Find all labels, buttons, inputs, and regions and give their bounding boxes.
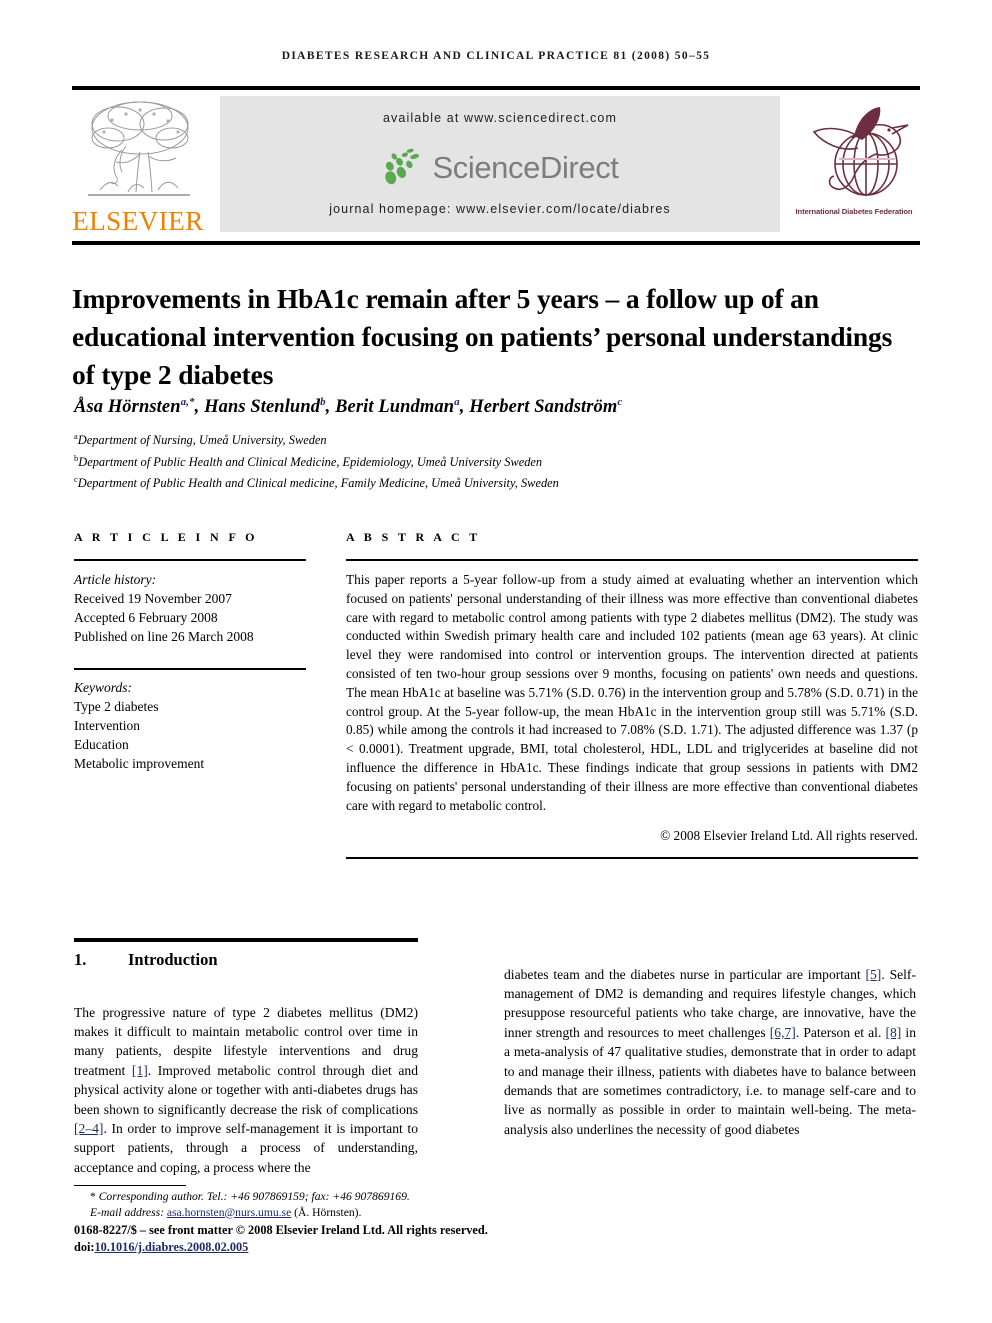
keyword-item: Intervention xyxy=(74,718,140,733)
affiliation: cDepartment of Public Health and Clinica… xyxy=(74,474,559,491)
article-info-rule-top xyxy=(74,559,306,561)
keyword-list: Keywords: Type 2 diabetes Intervention Educ… xyxy=(74,678,306,773)
reference-link[interactable]: [5] xyxy=(865,967,881,982)
corresponding-author-text: Corresponding author. Tel.: +46 90786915… xyxy=(98,1190,410,1203)
article-info-rule-mid xyxy=(74,668,306,670)
intro-paragraph-left: The progressive nature of type 2 diabete… xyxy=(74,1004,418,1175)
abstract-text: This paper reports a 5-year follow-up fr… xyxy=(346,572,918,813)
running-head: DIABETES RESEARCH AND CLINICAL PRACTICE … xyxy=(281,50,711,62)
doi-link[interactable]: 10.1016/j.diabres.2008.02.005 xyxy=(95,1240,249,1254)
reference-link[interactable]: [1] xyxy=(132,1063,148,1078)
abstract-copyright: © 2008 Elsevier Ireland Ltd. All rights … xyxy=(660,828,918,844)
corresponding-marker: * xyxy=(90,1190,96,1203)
idf-caption: International Diabetes Federation xyxy=(795,207,913,216)
email-link[interactable]: asa.hornsten@nurs.umu.se xyxy=(167,1206,291,1219)
section-heading: 1. Introduction xyxy=(74,950,494,970)
corresponding-author-line: * Corresponding author. Tel.: +46 907869… xyxy=(74,1189,494,1205)
article-history-item: Accepted 6 February 2008 xyxy=(74,610,218,625)
affiliation: bDepartment of Public Health and Clinica… xyxy=(74,452,543,469)
abstract-rule-bottom xyxy=(346,857,918,860)
section-number: 1. xyxy=(74,950,87,969)
body-column-right: diabetes team and the diabetes nurse in … xyxy=(504,951,916,1153)
available-at-text: available at www.sciencedirect.com xyxy=(382,111,617,125)
abstract-heading: A B S T R A C T xyxy=(346,530,481,544)
reference-link[interactable]: [6,7] xyxy=(770,1025,796,1040)
abstract-column: A B S T R A C T This paper reports a 5-y… xyxy=(346,530,918,860)
elsevier-tree-icon xyxy=(78,94,198,206)
page-title: Improvements in HbA1c remain after 5 yea… xyxy=(72,283,893,391)
body-column-left: The progressive nature of type 2 diabete… xyxy=(74,989,418,1191)
footnote-rule xyxy=(74,1185,186,1186)
section-rule xyxy=(74,938,418,942)
journal-homepage-text: journal homepage: www.elsevier.com/locat… xyxy=(329,202,671,216)
section-title: Introduction xyxy=(128,950,218,969)
intro-paragraph-right: diabetes team and the diabetes nurse in … xyxy=(504,966,916,1137)
idf-bird-globe-icon xyxy=(796,94,914,206)
keyword-item: Type 2 diabetes xyxy=(74,699,159,714)
article-info-heading: A R T I C L E I N F O xyxy=(74,530,258,544)
article-info-column: A R T I C L E I N F O Article history: Re… xyxy=(74,530,306,773)
header-bottom-rule xyxy=(72,241,920,245)
email-owner: (Å. Hörnsten). xyxy=(294,1205,362,1219)
idf-logo: International Diabetes Federation xyxy=(788,94,920,236)
issn-line: 0168-8227/$ – see front matter © 2008 El… xyxy=(74,1223,488,1237)
keyword-item: Metabolic improvement xyxy=(74,756,205,771)
article-history-label: Article history: xyxy=(74,572,157,587)
affiliation: aDepartment of Nursing, Umeå University,… xyxy=(74,431,327,448)
header-top-rule xyxy=(72,86,920,90)
article-history-item: Published on line 26 March 2008 xyxy=(74,629,254,644)
footer-meta: 0168-8227/$ – see front matter © 2008 El… xyxy=(74,1222,574,1256)
sciencedirect-logo: ScienceDirect xyxy=(220,142,780,194)
reference-link[interactable]: [8] xyxy=(885,1025,901,1040)
paper-page: DIABETES RESEARCH AND CLINICAL PRACTICE … xyxy=(0,0,992,1323)
footnote-block: * Corresponding author. Tel.: +46 907869… xyxy=(74,1189,494,1220)
email-label: E-mail address: xyxy=(90,1205,164,1219)
article-history: Article history: Received 19 November 200… xyxy=(74,570,306,646)
affiliation-list: aDepartment of Nursing, Umeå University,… xyxy=(74,428,914,493)
keywords-label: Keywords: xyxy=(74,680,132,695)
doi-line: doi:10.1016/j.diabres.2008.02.005 xyxy=(74,1239,574,1256)
email-line: E-mail address: asa.hornsten@nurs.umu.se… xyxy=(74,1205,494,1221)
elsevier-logo: ELSEVIER xyxy=(72,94,204,239)
sciencedirect-leaf-icon xyxy=(381,148,427,188)
reference-link[interactable]: [2–4] xyxy=(74,1121,103,1136)
abstract-rule-top xyxy=(346,559,918,561)
keyword-item: Education xyxy=(74,737,129,752)
journal-header-band: ELSEVIER available at www.sciencedirect.… xyxy=(72,94,920,239)
article-history-item: Received 19 November 2007 xyxy=(74,591,232,606)
author-list: Åsa Hörnstena,*, Hans Stenlundb, Berit L… xyxy=(74,396,623,418)
elsevier-wordmark: ELSEVIER xyxy=(72,206,204,236)
sciencedirect-wordmark: ScienceDirect xyxy=(432,150,619,185)
doi-label: doi: xyxy=(74,1240,95,1254)
sciencedirect-band: available at www.sciencedirect.com Scien… xyxy=(220,96,780,232)
